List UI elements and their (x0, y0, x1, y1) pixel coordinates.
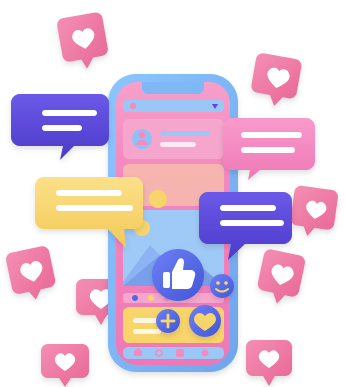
plus-bubble (156, 309, 180, 333)
screen-header-bar (123, 100, 224, 112)
screen-header-dot-icon (129, 102, 137, 110)
heart-bubble (189, 305, 221, 337)
plus-icon (176, 349, 184, 357)
illustration-scene (0, 0, 345, 387)
post-line (160, 142, 196, 147)
heart-tag-left-middle (6, 246, 56, 300)
heart-tag-right-lower (257, 249, 305, 304)
like-bubble (152, 249, 204, 301)
phone-notch (142, 82, 204, 94)
chat-bubble-purple-left (11, 94, 109, 160)
smiley-bubble (210, 274, 234, 298)
heart-tag-top-center (57, 12, 108, 69)
profile-icon (138, 131, 146, 139)
post-line (160, 131, 210, 136)
heart-tag-bottom-left (41, 344, 89, 387)
heart-tag-right-middle (290, 185, 338, 237)
sun-icon (149, 190, 167, 208)
profile-icon (201, 349, 209, 357)
heart-tag-bottom-right (246, 340, 292, 386)
social-media-illustration (6, 12, 338, 387)
heart-tag-top-right (251, 53, 302, 106)
